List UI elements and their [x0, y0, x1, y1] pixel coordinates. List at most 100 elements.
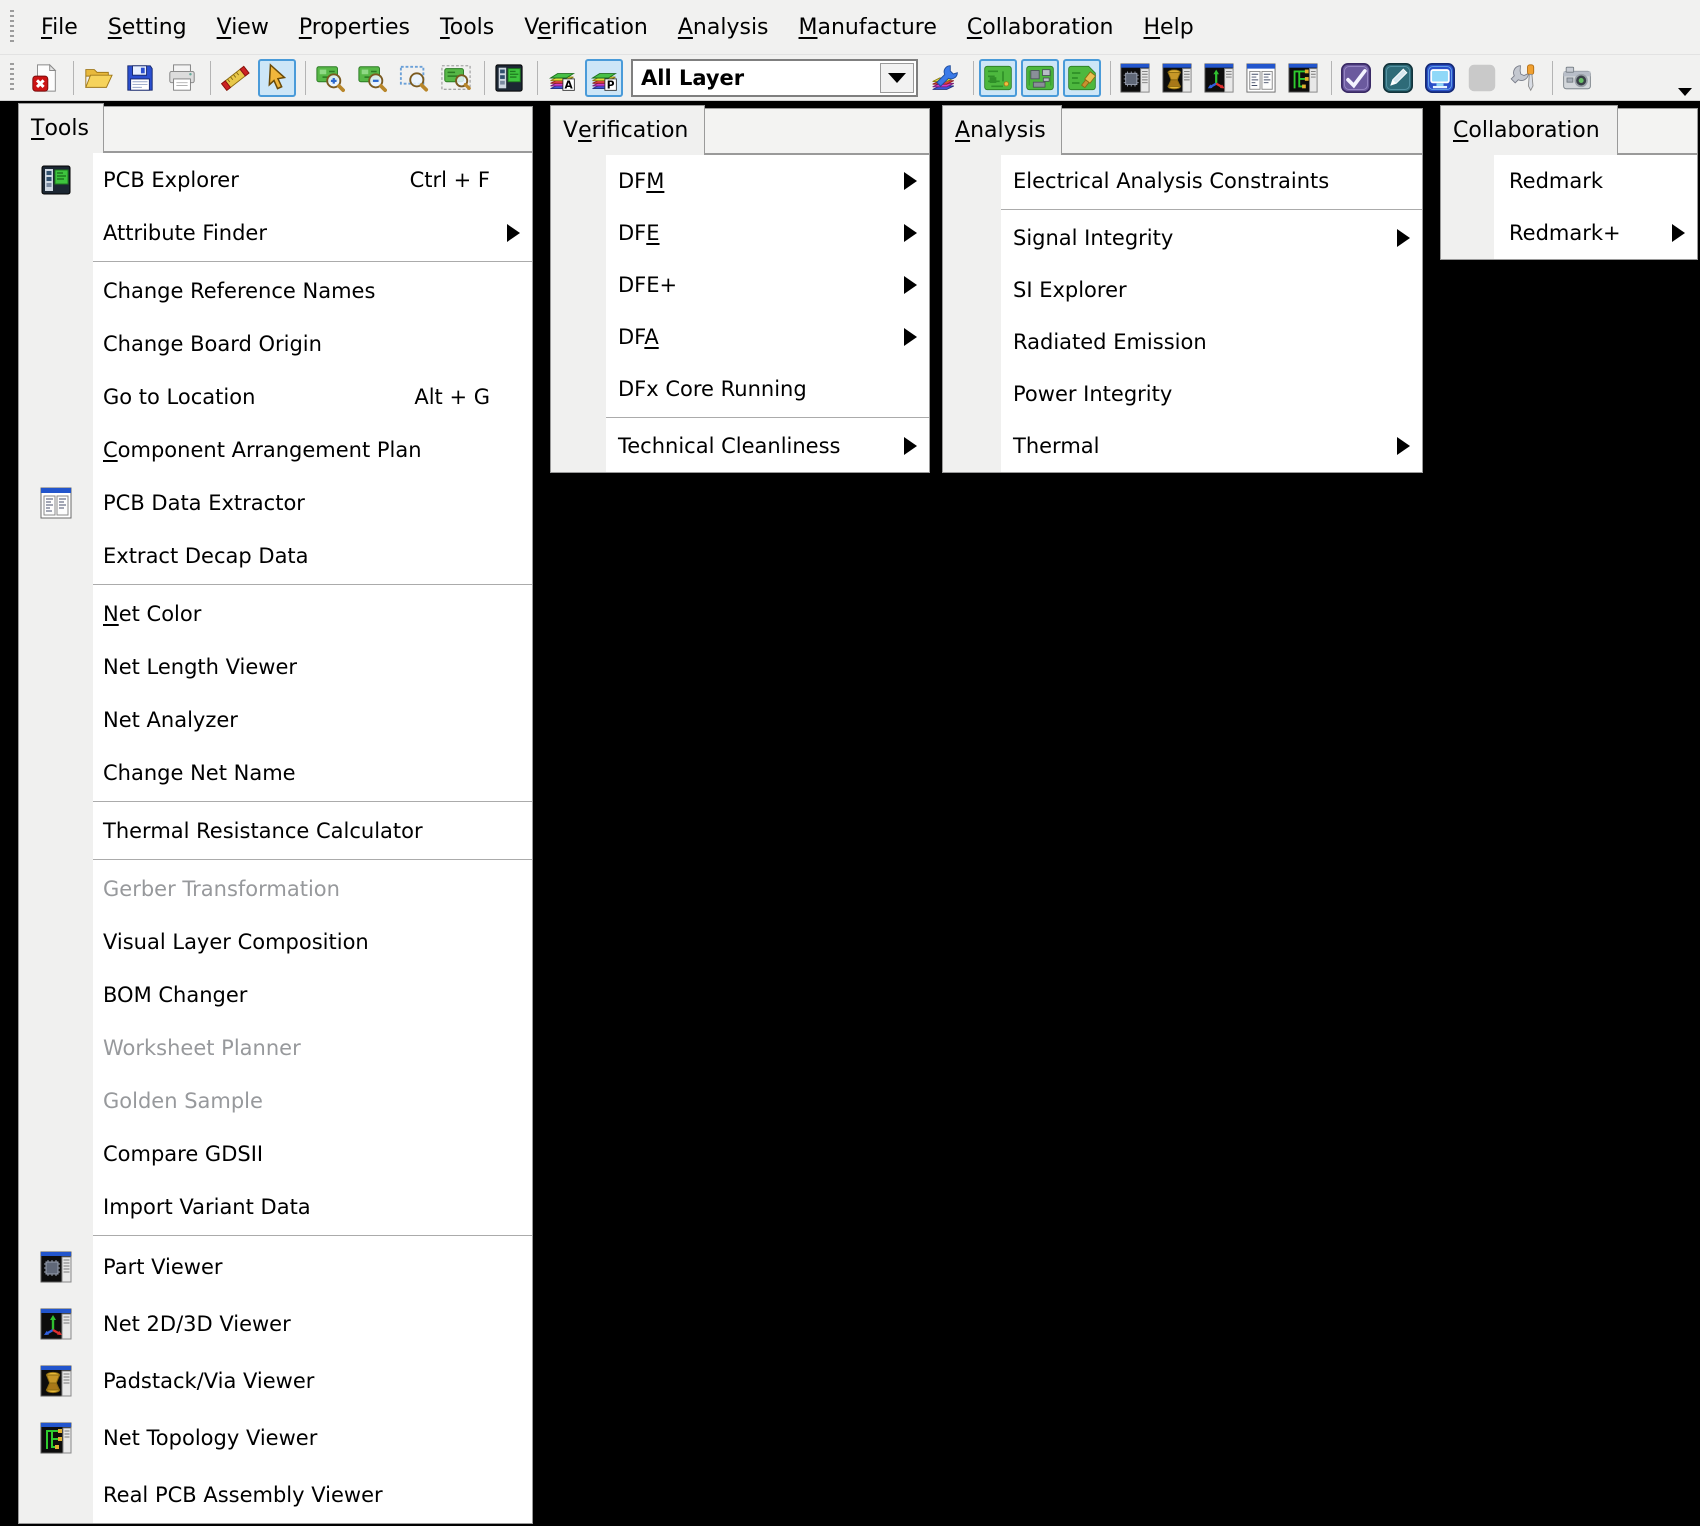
menu-item-label: Signal Integrity — [1013, 226, 1173, 250]
menubar-item-analysis[interactable]: Analysis — [663, 15, 784, 40]
menu-item-label: BOM Changer — [103, 983, 247, 1007]
menu-item-net-2d-3d-viewer[interactable]: Net 2D/3D Viewer — [19, 1295, 532, 1352]
menu-item-pcb-explorer[interactable]: PCB ExplorerCtrl + F — [19, 153, 532, 206]
menu-item-change-net-name[interactable]: Change Net Name — [19, 746, 532, 799]
menubar-item-manufacture[interactable]: Manufacture — [784, 15, 952, 40]
menu-item-signal-integrity[interactable]: Signal Integrity — [943, 212, 1422, 264]
menu-item-si-explorer[interactable]: SI Explorer — [943, 264, 1422, 316]
screen-capture-icon — [1562, 63, 1592, 93]
menu-item-component-arrangement-plan[interactable]: Component Arrangement Plan — [19, 423, 532, 476]
menu-item-pcb-data-extractor[interactable]: PCB Data Extractor — [19, 476, 532, 529]
menu-item-compare-gdsii[interactable]: Compare GDSII — [19, 1127, 532, 1180]
toolbar-layer-pattern-button[interactable]: P — [585, 59, 623, 97]
menu-item-dfm[interactable]: DFM — [551, 155, 929, 207]
toolbar-blank-button — [1463, 59, 1501, 97]
toolbar-board-color-button[interactable] — [1063, 59, 1101, 97]
menubar-item-tools[interactable]: Tools — [425, 15, 509, 40]
menu-item-redmark[interactable]: Redmark — [1441, 155, 1697, 207]
menu-item-dfx-core-running[interactable]: DFx Core Running — [551, 363, 929, 415]
toolbar-zoom-fit-button[interactable] — [437, 59, 475, 97]
mnemonic-underline: E — [646, 221, 659, 245]
toolbar-screen-capture-button[interactable] — [1558, 59, 1596, 97]
toolbar-layer-settings-button[interactable] — [926, 59, 964, 97]
menubar-item-verification[interactable]: Verification — [509, 15, 663, 40]
shortcut-label: Ctrl + F — [410, 168, 490, 192]
pcb-explorer-icon — [494, 63, 524, 93]
menu-title-collaboration[interactable]: Collaboration — [1440, 105, 1618, 155]
menu-item-label: DFx Core Running — [618, 377, 807, 401]
toolbar-zoom-area-button[interactable] — [395, 59, 433, 97]
menu-item-part-viewer[interactable]: Part Viewer — [19, 1238, 532, 1295]
menu-item-net-color[interactable]: Net Color — [19, 587, 532, 640]
layer-select-dropdown-button[interactable] — [880, 63, 914, 93]
menu-item-label: Go to Location — [103, 385, 255, 409]
menu-item-radiated-emission[interactable]: Radiated Emission — [943, 316, 1422, 368]
toolbar-verify-check-button[interactable] — [1337, 59, 1375, 97]
menu-item-power-integrity[interactable]: Power Integrity — [943, 368, 1422, 420]
toolbar-select-cursor-button[interactable] — [258, 59, 296, 97]
menu-item-redmark[interactable]: Redmark+ — [1441, 207, 1697, 259]
layer-select-combobox[interactable]: All Layer — [631, 59, 918, 97]
toolbar-zoom-in-button[interactable] — [311, 59, 349, 97]
toolbar-net-2d3d-viewer-button[interactable] — [1200, 59, 1238, 97]
toolbar-pcb-explorer-button[interactable] — [490, 59, 528, 97]
menu-item-import-variant-data[interactable]: Import Variant Data — [19, 1180, 532, 1233]
menu-item-net-length-viewer[interactable]: Net Length Viewer — [19, 640, 532, 693]
menu-item-bom-changer[interactable]: BOM Changer — [19, 968, 532, 1021]
menubar-item-help[interactable]: Help — [1129, 15, 1209, 40]
menu-item-real-pcb-assembly-viewer[interactable]: Real PCB Assembly Viewer — [19, 1466, 532, 1523]
toolbar-close-document-button[interactable] — [26, 59, 64, 97]
submenu-arrow-icon — [904, 224, 917, 242]
toolbar-zoom-out-button[interactable] — [353, 59, 391, 97]
menu-item-dfe[interactable]: DFE — [551, 207, 929, 259]
menubar-item-collaboration[interactable]: Collaboration — [952, 15, 1129, 40]
menu-body-verification: DFMDFEDFE+DFA DFx Core Running Technical C… — [550, 154, 930, 473]
menu-item-dfa[interactable]: DFA — [551, 311, 929, 363]
menu-item-thermal[interactable]: Thermal — [943, 420, 1422, 472]
menu-item-label: Real PCB Assembly Viewer — [103, 1483, 383, 1507]
toolbar-open-folder-button[interactable] — [79, 59, 117, 97]
menu-item-technical-cleanliness[interactable]: Technical Cleanliness — [551, 420, 929, 472]
menu-item-dfe[interactable]: DFE+ — [551, 259, 929, 311]
menu-item-change-board-origin[interactable]: Change Board Origin — [19, 317, 532, 370]
toolbar-pcb-data-extractor-button[interactable] — [1242, 59, 1280, 97]
net-2d3d-viewer-icon — [40, 1308, 72, 1340]
toolbar-separator — [305, 61, 306, 95]
toolbar-board-pattern-button[interactable] — [979, 59, 1017, 97]
menu-item-padstack-via-viewer[interactable]: Padstack/Via Viewer — [19, 1352, 532, 1409]
toolbar-redmark-pen-button[interactable] — [1379, 59, 1417, 97]
menu-item-change-reference-names[interactable]: Change Reference Names — [19, 264, 532, 317]
toolbar-overflow-arrow-icon[interactable] — [1678, 88, 1692, 96]
menu-item-attribute-finder[interactable]: Attribute Finder — [19, 206, 532, 259]
menubar-item-view[interactable]: View — [202, 15, 284, 40]
toolbar-measure-ruler-button[interactable] — [216, 59, 254, 97]
toolbar-net-topology-viewer-button[interactable] — [1284, 59, 1322, 97]
toolbar-save-button[interactable] — [121, 59, 159, 97]
menu-item-label: Technical Cleanliness — [618, 434, 840, 458]
toolbar-separator — [537, 61, 538, 95]
toolbar-print-button[interactable] — [163, 59, 201, 97]
toolbar-monitor-view-button[interactable] — [1421, 59, 1459, 97]
close-document-icon — [30, 63, 60, 93]
menubar-item-properties[interactable]: Properties — [284, 15, 425, 40]
toolbar-system-settings-button[interactable] — [1505, 59, 1543, 97]
toolbar-layer-accumulation-button[interactable]: A — [543, 59, 581, 97]
menu-item-net-analyzer[interactable]: Net Analyzer — [19, 693, 532, 746]
menu-item-thermal-resistance-calculator[interactable]: Thermal Resistance Calculator — [19, 804, 532, 857]
toolbar-padstack-via-viewer-button[interactable] — [1158, 59, 1196, 97]
menu-item-go-to-location[interactable]: Go to LocationAlt + G — [19, 370, 532, 423]
menu-title-tools[interactable]: Tools — [18, 103, 104, 153]
menu-item-electrical-analysis-constraints[interactable]: Electrical Analysis Constraints — [943, 155, 1422, 207]
toolbar-grip-handle[interactable] — [10, 63, 14, 93]
menu-item-net-topology-viewer[interactable]: Net Topology Viewer — [19, 1409, 532, 1466]
menu-title-verification[interactable]: Verification — [550, 105, 705, 155]
menu-title-analysis[interactable]: Analysis — [942, 105, 1062, 155]
menubar-grip-handle[interactable] — [10, 10, 14, 44]
menu-item-visual-layer-composition[interactable]: Visual Layer Composition — [19, 915, 532, 968]
menubar-item-file[interactable]: File — [26, 15, 93, 40]
toolbar-board-component-button[interactable] — [1021, 59, 1059, 97]
menu-item-extract-decap-data[interactable]: Extract Decap Data — [19, 529, 532, 582]
menubar-item-setting[interactable]: Setting — [93, 15, 202, 40]
toolbar-part-viewer-button[interactable] — [1116, 59, 1154, 97]
menu-item-label: Net Analyzer — [103, 708, 238, 732]
